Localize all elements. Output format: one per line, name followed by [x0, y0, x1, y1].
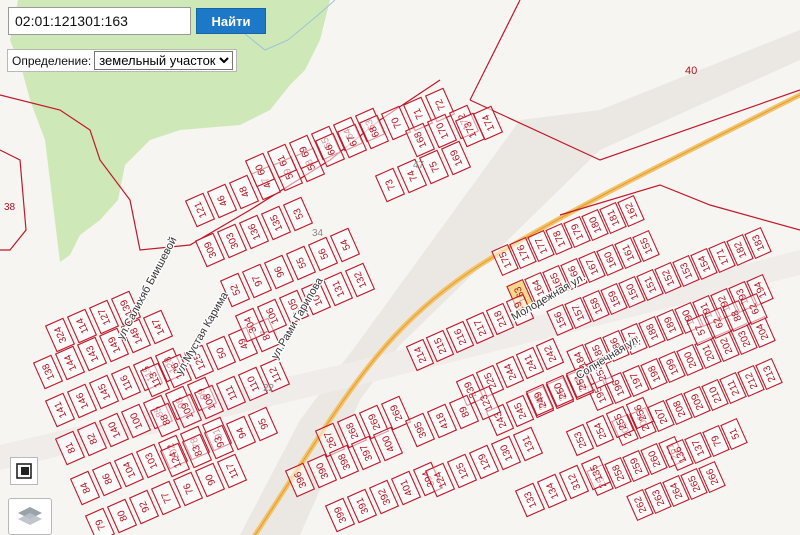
layers-button[interactable] [8, 498, 52, 535]
block-number: 47 [413, 160, 425, 171]
cadastral-number-search-input[interactable] [8, 7, 191, 35]
block-number: 38 [4, 202, 16, 213]
block-number: 22 [263, 383, 275, 394]
parcel-tool-button[interactable] [10, 457, 38, 485]
cadastral-map[interactable]: 324 114 127 139 138 144 143 149 148 147 141 146 145 1… [0, 0, 800, 535]
find-button[interactable]: Найти [196, 8, 266, 34]
parcel-outline-north [469, 0, 521, 101]
definition-label: Определение: [12, 53, 92, 68]
parcel-outline-west [0, 149, 27, 251]
layers-icon [18, 506, 42, 525]
block-number: 40 [685, 65, 697, 77]
parcel-square-icon [16, 463, 32, 479]
definition-panel: Определение: земельный участок [7, 49, 238, 72]
definition-select[interactable]: земельный участок [94, 51, 234, 70]
block-number: 34 [312, 228, 324, 239]
